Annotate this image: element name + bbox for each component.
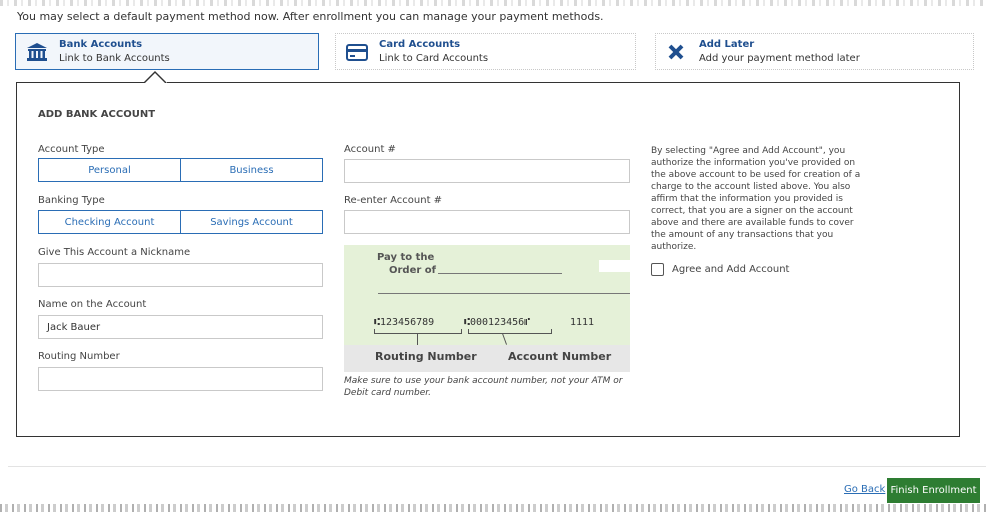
- account-number-caption: Account Number: [508, 350, 612, 363]
- name-on-account-label: Name on the Account: [38, 299, 147, 310]
- check-payee-line: [438, 273, 562, 274]
- footer-divider: [8, 466, 986, 467]
- method-bank-accounts[interactable]: Bank Accounts Link to Bank Accounts: [15, 33, 319, 70]
- sample-check-image: Pay to the Order of ⑆123456789 ⑆00012345…: [344, 245, 630, 345]
- check-order-of-line: Order of: [389, 265, 437, 276]
- banking-type-savings[interactable]: Savings Account: [180, 211, 322, 233]
- go-back-link[interactable]: Go Back: [844, 484, 885, 495]
- banking-type-checking[interactable]: Checking Account: [39, 211, 180, 233]
- name-on-account-input[interactable]: Jack Bauer: [38, 315, 323, 339]
- torn-edge-top: [0, 0, 986, 6]
- routing-number-input[interactable]: [38, 367, 323, 391]
- routing-pointer: [417, 333, 418, 345]
- check-pay-to-line: Pay to the: [377, 252, 435, 263]
- check-routing-micr: ⑆123456789: [374, 317, 435, 328]
- finish-enrollment-button[interactable]: Finish Enrollment: [887, 478, 980, 503]
- method-title: Card Accounts: [379, 39, 461, 50]
- account-bracket: [468, 329, 552, 334]
- method-add-later[interactable]: Add Later Add your payment method later: [655, 33, 974, 70]
- panel-top-border-left: [16, 82, 144, 83]
- account-type-label: Account Type: [38, 144, 105, 155]
- method-card-accounts[interactable]: Card Accounts Link to Card Accounts: [335, 33, 636, 70]
- account-number-input[interactable]: [344, 159, 630, 183]
- reenter-account-number-label: Re-enter Account #: [344, 195, 443, 206]
- check-pay-to: Pay to the Order of: [377, 251, 436, 277]
- check-memo-line: [378, 293, 630, 294]
- check-number-micr: 1111: [570, 317, 595, 328]
- selected-pointer: [143, 71, 167, 84]
- account-type-toggle: Personal Business: [38, 158, 323, 182]
- reenter-account-number-input[interactable]: [344, 210, 630, 234]
- intro-text: You may select a default payment method …: [17, 10, 604, 23]
- panel-top-border-right: [167, 82, 960, 83]
- authorization-text: By selecting "Agree and Add Account", yo…: [651, 146, 861, 252]
- account-type-personal[interactable]: Personal: [39, 159, 180, 181]
- section-title: ADD BANK ACCOUNT: [38, 109, 156, 120]
- account-type-business[interactable]: Business: [180, 159, 322, 181]
- method-subtitle: Add your payment method later: [699, 53, 860, 64]
- agree-label: Agree and Add Account: [672, 264, 790, 275]
- routing-number-caption: Routing Number: [375, 350, 477, 363]
- agree-checkbox-row[interactable]: Agree and Add Account: [651, 263, 789, 276]
- routing-number-label: Routing Number: [38, 351, 120, 362]
- card-icon: [346, 42, 368, 62]
- check-amount-box: [599, 260, 630, 272]
- banking-type-label: Banking Type: [38, 195, 105, 206]
- banking-type-toggle: Checking Account Savings Account: [38, 210, 323, 234]
- account-pointer: [501, 333, 508, 345]
- nickname-input[interactable]: [38, 263, 323, 287]
- method-title: Bank Accounts: [59, 39, 143, 50]
- routing-bracket: [374, 329, 462, 334]
- account-number-note: Make sure to use your bank account numbe…: [344, 376, 623, 398]
- method-subtitle: Link to Bank Accounts: [59, 53, 170, 64]
- account-number-label: Account #: [344, 144, 396, 155]
- agree-checkbox[interactable]: [651, 263, 664, 276]
- nickname-label: Give This Account a Nickname: [38, 247, 191, 258]
- method-subtitle: Link to Card Accounts: [379, 53, 489, 64]
- check-account-micr: ⑆000123456⑈: [464, 317, 531, 328]
- bank-icon: [26, 42, 48, 62]
- close-x-icon: [666, 42, 688, 62]
- torn-edge-bottom: [0, 504, 986, 512]
- method-title: Add Later: [699, 39, 755, 50]
